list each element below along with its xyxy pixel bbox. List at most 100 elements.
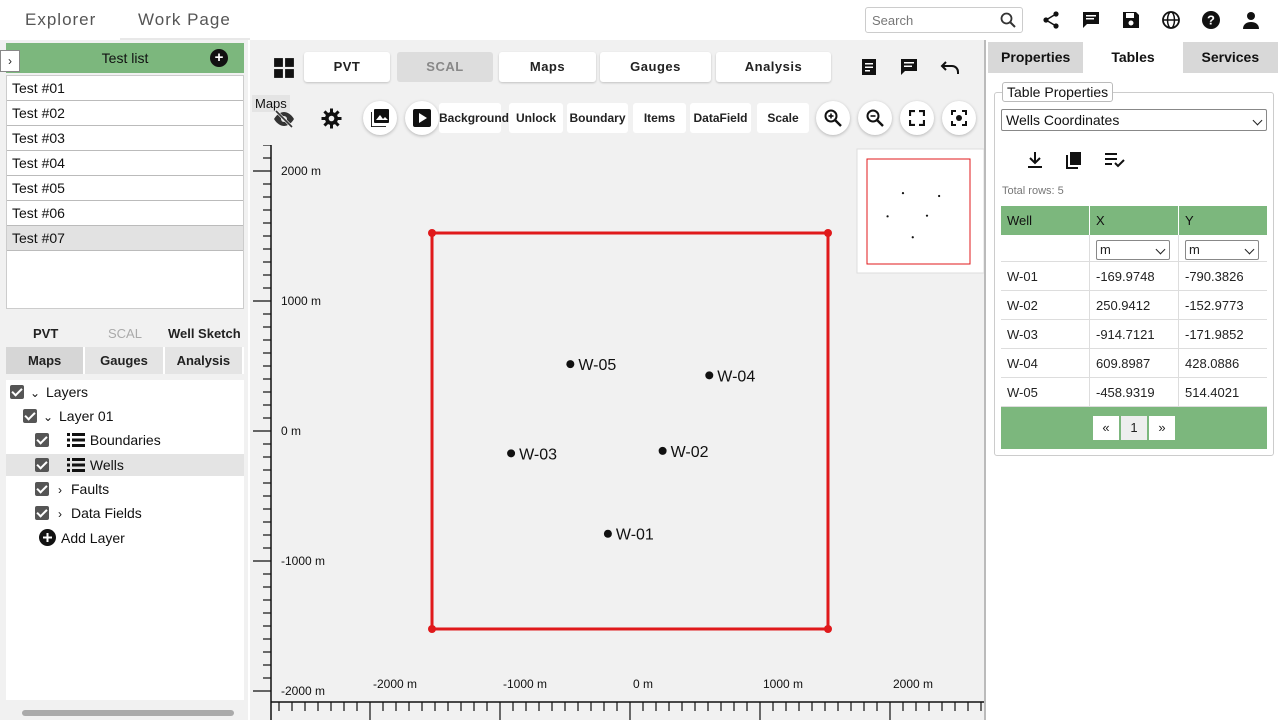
tree-node-data-fields[interactable]: › Data Fields (35, 502, 142, 524)
tree-node-boundaries[interactable]: Boundaries (35, 429, 161, 451)
zoom-out-button[interactable] (858, 101, 892, 135)
well-point[interactable] (507, 449, 516, 458)
map-canvas[interactable]: 2000 m 1000 m 0 m -1000 m -2000 m -2000 m -10… (250, 145, 984, 720)
settings-gear-icon[interactable] (321, 108, 342, 129)
boundary-corner-handle[interactable] (428, 229, 437, 238)
nav-maps[interactable]: Maps (6, 347, 86, 374)
undo-icon[interactable] (940, 58, 960, 76)
gallery-button[interactable] (363, 101, 397, 135)
checkbox[interactable] (35, 458, 49, 472)
nav-analysis[interactable]: Analysis (164, 347, 244, 374)
copy-icon[interactable] (1066, 151, 1082, 169)
pager-prev[interactable]: « (1093, 416, 1119, 440)
chevron-right-icon[interactable]: › (53, 479, 67, 501)
chevron-down-icon[interactable]: ⌄ (41, 406, 55, 428)
tool-datafield[interactable]: DataField (690, 103, 751, 133)
tool-items[interactable]: Items (633, 103, 686, 133)
tab-pvt[interactable]: PVT (304, 52, 390, 82)
boundary-corner-handle[interactable] (823, 624, 832, 633)
fullscreen-button[interactable] (900, 101, 934, 135)
column-header-well[interactable]: Well (1001, 206, 1090, 235)
nav-scal[interactable]: SCAL (85, 320, 164, 347)
test-list-item-selected[interactable]: Test #07 (7, 226, 243, 251)
well-marker[interactable]: W-04 (705, 368, 755, 385)
zoom-in-button[interactable] (816, 101, 850, 135)
pager-next[interactable]: » (1149, 416, 1175, 440)
well-point[interactable] (566, 360, 575, 369)
table-row[interactable]: W-02 250.9412 -152.9773 (1001, 291, 1267, 320)
help-icon[interactable]: ? (1201, 10, 1221, 30)
scroll-thumb[interactable] (22, 710, 234, 716)
well-point[interactable] (705, 371, 714, 380)
tab-tables[interactable]: Tables (1085, 42, 1183, 73)
test-list-item[interactable]: Test #05 (7, 176, 243, 201)
nav-pvt[interactable]: PVT (6, 320, 85, 347)
visibility-off-icon[interactable] (273, 109, 295, 129)
fit-view-button[interactable] (942, 101, 976, 135)
globe-icon[interactable] (1161, 10, 1181, 30)
well-point[interactable] (658, 446, 667, 455)
search-icon[interactable] (1000, 12, 1016, 28)
tab-gauges[interactable]: Gauges (600, 52, 711, 82)
test-list-item[interactable]: Test #02 (7, 101, 243, 126)
checkbox[interactable] (35, 433, 49, 447)
horizontal-scrollbar[interactable] (6, 706, 244, 718)
test-list-item[interactable]: Test #06 (7, 201, 243, 226)
table-select[interactable]: Wells Coordinates (1001, 109, 1267, 131)
checkbox[interactable] (23, 409, 37, 423)
document-icon[interactable] (860, 58, 878, 76)
table-row[interactable]: W-05 -458.9319 514.4021 (1001, 378, 1267, 407)
play-button[interactable] (405, 101, 439, 135)
tree-node-wells[interactable]: Wells (6, 454, 244, 476)
nav-well-sketch[interactable]: Well Sketch (165, 320, 244, 347)
chevron-down-icon[interactable]: ⌄ (28, 382, 42, 404)
well-point[interactable] (603, 529, 612, 538)
boundary-corner-handle[interactable] (428, 624, 437, 633)
test-list-item[interactable]: Test #03 (7, 126, 243, 151)
save-icon[interactable] (1121, 10, 1141, 30)
download-icon[interactable] (1027, 151, 1043, 169)
well-marker[interactable]: W-05 (566, 357, 616, 374)
well-marker[interactable]: W-01 (603, 527, 654, 544)
add-layer-button[interactable]: Add Layer (39, 527, 125, 549)
tab-maps[interactable]: Maps (499, 52, 596, 82)
checkbox[interactable] (35, 506, 49, 520)
checkbox[interactable] (35, 482, 49, 496)
tool-scale[interactable]: Scale (757, 103, 809, 133)
tab-explorer[interactable]: Explorer (25, 10, 96, 30)
column-header-y[interactable]: Y (1179, 206, 1267, 235)
tool-background[interactable]: Background (439, 103, 509, 133)
table-row[interactable]: W-01 -169.9748 -790.3826 (1001, 262, 1267, 291)
boundary-rectangle[interactable] (430, 231, 830, 631)
test-list-item[interactable]: Test #01 (7, 76, 243, 101)
share-icon[interactable] (1041, 10, 1061, 30)
tool-unlock[interactable]: Unlock (509, 103, 563, 133)
nav-gauges[interactable]: Gauges (85, 347, 165, 374)
user-icon[interactable] (1241, 10, 1261, 30)
tree-node-layers[interactable]: ⌄ Layers (10, 381, 88, 403)
chat-icon[interactable] (1081, 10, 1101, 30)
pager-page[interactable]: 1 (1121, 416, 1147, 440)
tab-services[interactable]: Services (1182, 42, 1280, 73)
test-list-item[interactable]: Test #04 (7, 151, 243, 176)
y-unit-select[interactable]: m (1185, 240, 1259, 260)
tab-analysis[interactable]: Analysis (716, 52, 831, 82)
well-marker[interactable]: W-02 (658, 444, 709, 461)
table-row[interactable]: W-03 -914.7121 -171.9852 (1001, 320, 1267, 349)
well-marker[interactable]: W-03 (507, 446, 557, 463)
x-unit-select[interactable]: m (1096, 240, 1170, 260)
search-box[interactable] (865, 7, 1023, 33)
tree-node-faults[interactable]: › Faults (35, 478, 109, 500)
tab-work-page[interactable]: Work Page (138, 10, 231, 30)
collapse-panel-toggle[interactable]: › (0, 50, 20, 72)
minimap[interactable] (856, 148, 984, 274)
tool-boundary[interactable]: Boundary (567, 103, 628, 133)
checkbox[interactable] (10, 385, 24, 399)
tab-properties[interactable]: Properties (988, 42, 1086, 73)
playlist-check-icon[interactable] (1105, 152, 1125, 168)
column-header-x[interactable]: X (1090, 206, 1179, 235)
comment-icon[interactable] (900, 58, 918, 76)
chevron-right-icon[interactable]: › (53, 503, 67, 525)
tree-node-layer-01[interactable]: ⌄ Layer 01 (23, 405, 113, 427)
grid-icon[interactable] (273, 57, 295, 79)
